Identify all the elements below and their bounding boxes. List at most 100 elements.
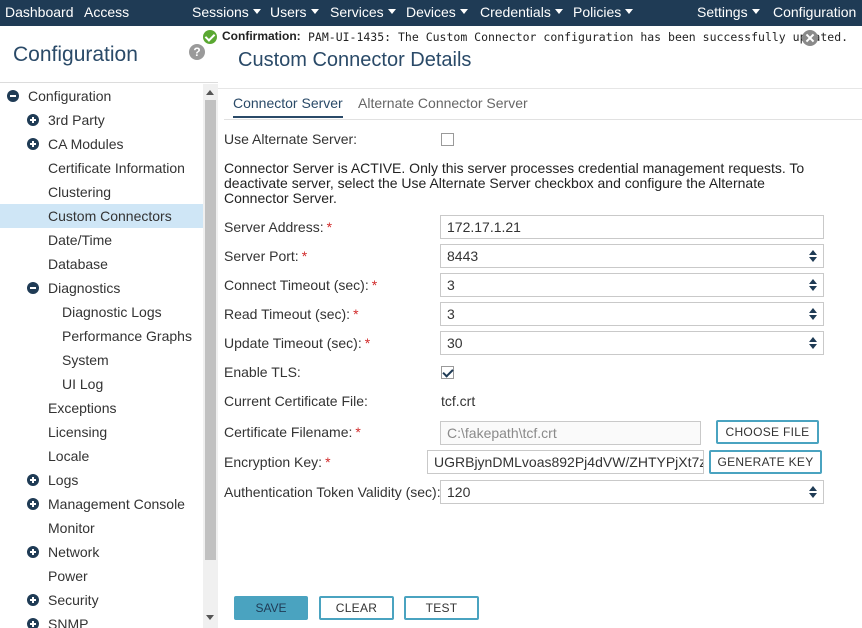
tab-alternate-connector-server[interactable]: Alternate Connector Server (358, 94, 528, 118)
auth-token-validity-stepper[interactable]: 120 (440, 480, 824, 504)
sidebar-item-certificate-information[interactable]: Certificate Information (0, 156, 203, 180)
expand-plus-icon[interactable] (27, 618, 39, 628)
encryption-key-value: UGRBjynDMLvoas892Pj4dVW/ZHTYPjXt7zY. (434, 454, 704, 470)
scroll-down-arrow-icon[interactable] (206, 615, 214, 620)
close-icon[interactable] (802, 30, 818, 46)
sidebar-item-label: UI Log (62, 376, 104, 392)
sidebar-title: Configuration (13, 43, 138, 66)
server-address-label-text: Server Address: (224, 219, 324, 235)
nav-credentials-label: Credentials (480, 4, 551, 20)
sidebar-item-label: Date/Time (48, 232, 113, 248)
save-button[interactable]: SAVE (234, 596, 308, 620)
enable-tls-checkbox[interactable] (441, 366, 454, 379)
scroll-up-arrow-icon[interactable] (206, 90, 214, 95)
sidebar-item-monitor[interactable]: Monitor (0, 516, 203, 540)
collapse-minus-icon[interactable] (7, 90, 19, 102)
clear-button[interactable]: CLEAR (319, 596, 394, 620)
sidebar-item-label: SNMP (48, 616, 89, 628)
sidebar-item-performance-graphs[interactable]: Performance Graphs (0, 324, 203, 348)
required-marker: * (301, 248, 308, 264)
connect-timeout-label-text: Connect Timeout (sec): (224, 277, 369, 293)
generate-key-button[interactable]: GENERATE KEY (709, 450, 822, 474)
sidebar-item-licensing[interactable]: Licensing (0, 420, 203, 444)
expand-plus-icon[interactable] (27, 594, 39, 606)
sidebar-item-logs[interactable]: Logs (0, 468, 203, 492)
choose-file-button[interactable]: CHOOSE FILE (716, 420, 819, 444)
spinner-arrows-icon[interactable] (809, 486, 817, 498)
sidebar-item-date-time[interactable]: Date/Time (0, 228, 203, 252)
chevron-down-icon (751, 9, 760, 14)
sidebar-item-ui-log[interactable]: UI Log (0, 372, 203, 396)
encryption-key-input[interactable]: UGRBjynDMLvoas892Pj4dVW/ZHTYPjXt7zY. (427, 450, 704, 474)
help-icon[interactable]: ? (189, 44, 205, 60)
sidebar-item-configuration[interactable]: Configuration (0, 84, 203, 108)
server-port-stepper[interactable]: 8443 (440, 244, 824, 268)
sidebar-item-label: Management Console (48, 496, 185, 512)
nav-policies[interactable]: Policies (573, 0, 634, 26)
cert-filename-label: Certificate Filename: * (224, 424, 361, 440)
sidebar-item-clustering[interactable]: Clustering (0, 180, 203, 204)
sidebar-item-exceptions[interactable]: Exceptions (0, 396, 203, 420)
expand-plus-icon[interactable] (27, 474, 39, 486)
nav-devices[interactable]: Devices (406, 0, 468, 26)
sidebar-scrollbar[interactable] (203, 84, 218, 628)
collapse-minus-icon[interactable] (27, 282, 39, 294)
chevron-down-icon (252, 9, 261, 14)
sidebar-item-database[interactable]: Database (0, 252, 203, 276)
nav-users[interactable]: Users (270, 0, 319, 26)
server-port-value: 8443 (447, 248, 479, 264)
spinner-arrows-icon[interactable] (809, 308, 817, 320)
sidebar-item-3rd-party[interactable]: 3rd Party (0, 108, 203, 132)
expand-plus-icon[interactable] (27, 498, 39, 510)
update-timeout-stepper[interactable]: 30 (440, 331, 824, 355)
sidebar-item-diagnostics[interactable]: Diagnostics (0, 276, 203, 300)
spinner-arrows-icon[interactable] (809, 337, 817, 349)
server-address-input[interactable]: 172.17.1.21 (440, 215, 824, 239)
title-divider (218, 88, 862, 89)
expand-plus-icon[interactable] (27, 114, 39, 126)
spinner-arrows-icon[interactable] (809, 250, 817, 262)
nav-sessions[interactable]: Sessions (192, 0, 261, 26)
current-cert-value: tcf.crt (441, 393, 476, 409)
nav-services[interactable]: Services (330, 0, 396, 26)
cert-filename-input[interactable]: C:\fakepath\tcf.crt (440, 421, 701, 445)
spinner-arrows-icon[interactable] (809, 279, 817, 291)
nav-configuration[interactable]: Configuration (773, 0, 856, 26)
connect-timeout-stepper[interactable]: 3 (440, 273, 824, 297)
sidebar-item-diagnostic-logs[interactable]: Diagnostic Logs (0, 300, 203, 324)
scrollbar-thumb[interactable] (205, 100, 216, 560)
nav-settings[interactable]: Settings (697, 0, 760, 26)
test-button[interactable]: TEST (404, 596, 479, 620)
chevron-down-icon (459, 9, 468, 14)
sidebar-item-label: 3rd Party (48, 112, 105, 128)
nav-dashboard[interactable]: Dashboard (5, 0, 74, 26)
sidebar-item-snmp[interactable]: SNMP (0, 612, 203, 628)
required-marker: * (325, 454, 331, 470)
nav-devices-label: Devices (406, 4, 456, 20)
server-address-label: Server Address: * (224, 219, 332, 235)
required-marker: * (353, 306, 359, 322)
sidebar-item-custom-connectors[interactable]: Custom Connectors (0, 204, 203, 228)
enable-tls-label: Enable TLS: (224, 364, 301, 380)
sidebar-item-system[interactable]: System (0, 348, 203, 372)
sidebar-item-network[interactable]: Network (0, 540, 203, 564)
update-timeout-label-text: Update Timeout (sec): (224, 335, 362, 351)
sidebar-item-locale[interactable]: Locale (0, 444, 203, 468)
sidebar-item-power[interactable]: Power (0, 564, 203, 588)
sidebar-item-label: Power (48, 568, 88, 584)
use-alternate-checkbox[interactable] (441, 133, 454, 146)
sidebar-item-management-console[interactable]: Management Console (0, 492, 203, 516)
expand-plus-icon[interactable] (27, 138, 39, 150)
read-timeout-stepper[interactable]: 3 (440, 302, 824, 326)
tab-connector-server[interactable]: Connector Server (233, 94, 343, 118)
nav-policies-label: Policies (573, 4, 622, 20)
cert-filename-value: C:\fakepath\tcf.crt (447, 425, 557, 441)
sidebar-item-ca-modules[interactable]: CA Modules (0, 132, 203, 156)
sidebar-item-security[interactable]: Security (0, 588, 203, 612)
expand-plus-icon[interactable] (27, 546, 39, 558)
server-address-value: 172.17.1.21 (447, 219, 521, 235)
nav-credentials[interactable]: Credentials (480, 0, 563, 26)
sidebar-item-label: CA Modules (48, 136, 124, 152)
required-marker: * (364, 335, 371, 351)
nav-access[interactable]: Access (84, 0, 129, 26)
